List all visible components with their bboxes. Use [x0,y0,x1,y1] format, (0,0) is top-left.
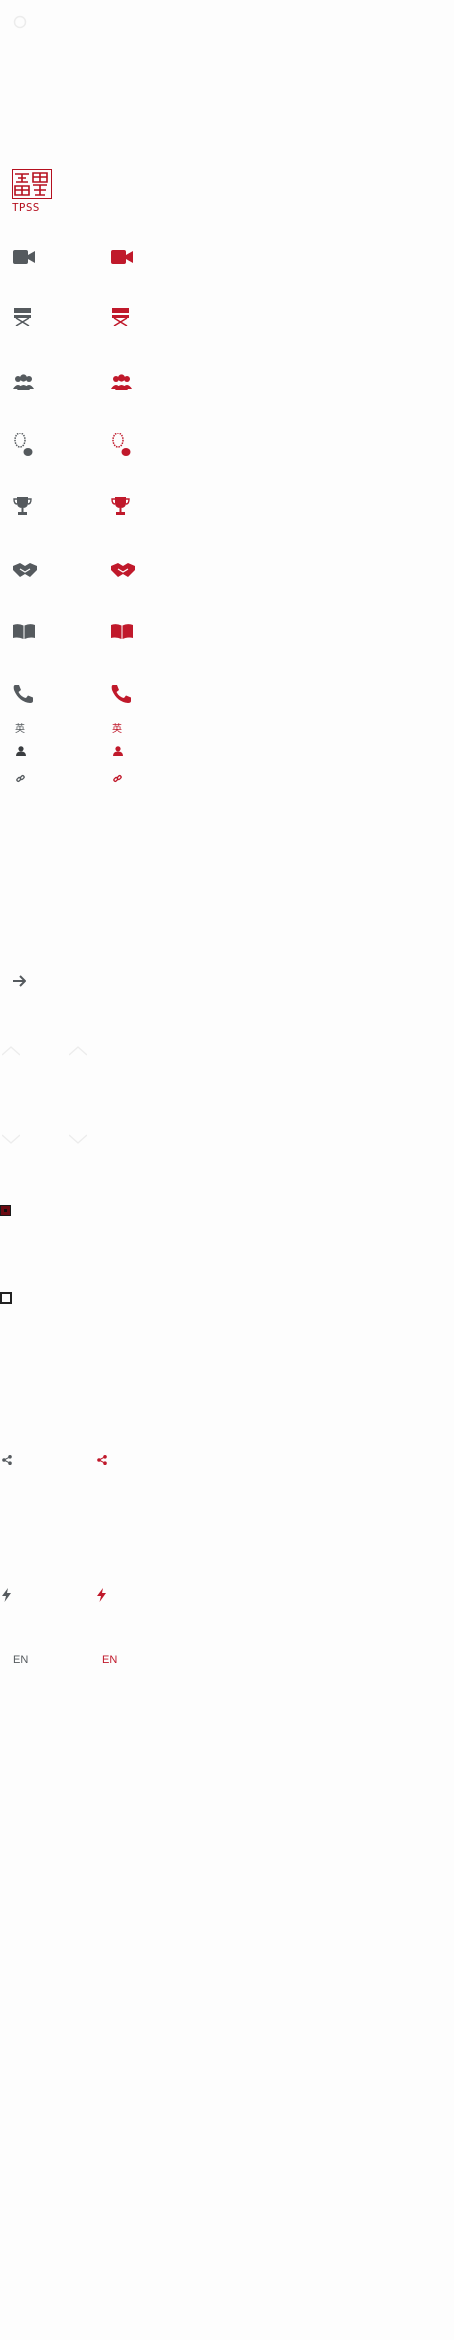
trophy-icon [13,497,32,516]
lightning-icon[interactable] [2,1588,11,1602]
book-icon [13,624,35,639]
share-icon[interactable] [2,1455,12,1465]
faint-menu-icon [13,15,27,29]
director-chair-icon-active [111,308,130,326]
video-camera-icon [13,250,35,264]
group-icon [13,374,34,390]
group-icon-active [111,374,132,390]
share-icon-active[interactable] [97,1455,107,1465]
language-label-active[interactable]: EN [102,1654,117,1666]
director-chair-icon [13,308,32,326]
footprint-icon-active [111,433,132,457]
chevron-up-icon-alt[interactable] [69,1046,87,1056]
logo-text: TPSS [12,201,40,214]
logo-seal [12,169,52,199]
english-char-label: 英 [15,724,25,735]
link-icon [16,774,25,783]
phone-icon [13,685,33,703]
checkbox-checked-icon[interactable] [0,1205,11,1216]
chevron-up-icon[interactable] [2,1046,20,1056]
handshake-icon [13,563,37,577]
checkbox-unchecked-icon[interactable] [0,1292,12,1304]
trophy-icon-active [111,497,130,516]
footprint-icon [13,433,34,457]
book-icon-active [111,624,133,639]
chevron-down-icon[interactable] [2,1134,20,1144]
chevron-down-icon-alt[interactable] [69,1134,87,1144]
link-icon-active [113,774,122,783]
phone-icon-active [111,685,131,703]
video-camera-icon-active [111,250,133,264]
user-icon [16,746,26,756]
arrow-right-icon[interactable] [13,975,26,987]
lightning-icon-active[interactable] [97,1588,106,1602]
language-label[interactable]: EN [13,1654,28,1666]
handshake-icon-active [111,563,135,577]
user-icon-active [113,746,123,756]
tpss-logo: TPSS [12,169,54,215]
english-char-label-active: 英 [112,724,122,735]
